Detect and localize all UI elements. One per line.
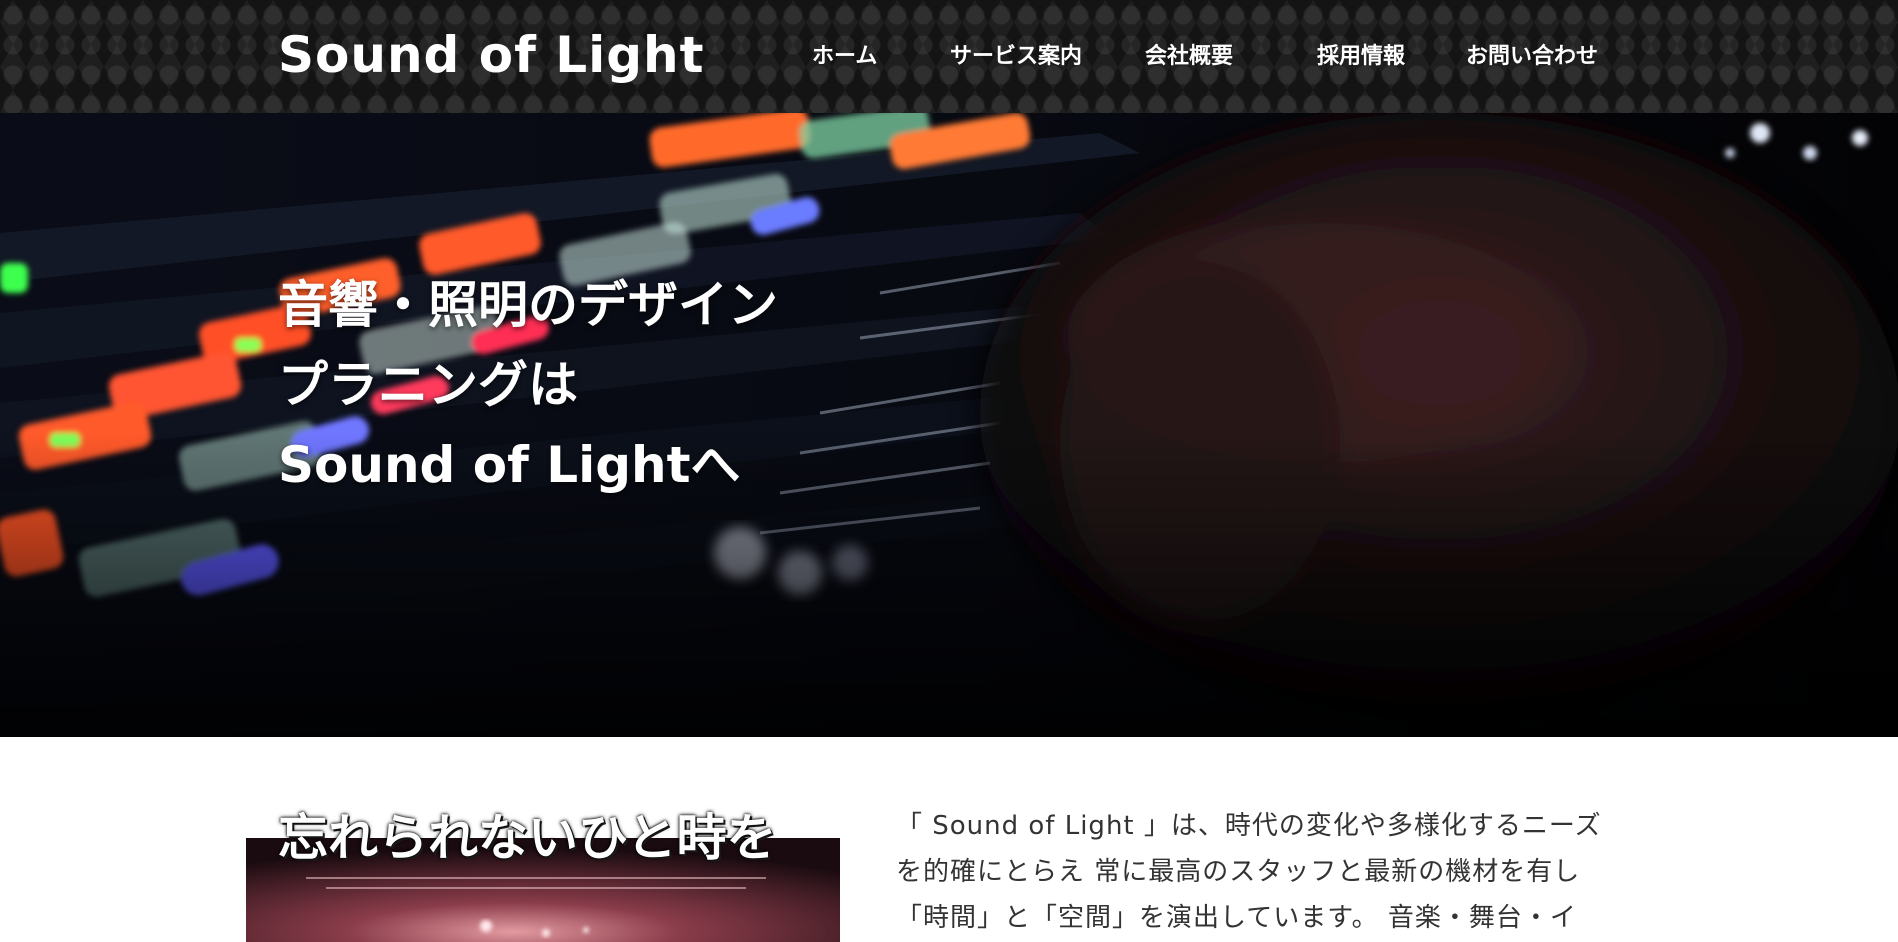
nav-contact[interactable]: お問い合わせ <box>1466 42 1598 72</box>
hero-headline: 音響・照明のデザイン プラニングは Sound of Lightへ <box>278 265 778 505</box>
nav-services[interactable]: サービス案内 <box>950 42 1082 72</box>
nav-home[interactable]: ホーム <box>812 42 877 72</box>
hero-line-2: プラニングは <box>278 356 578 414</box>
nav-careers[interactable]: 採用情報 <box>1317 42 1405 72</box>
hero-line-3: Sound of Lightへ <box>278 436 741 494</box>
nav-company[interactable]: 会社概要 <box>1145 42 1233 72</box>
main-nav: ホーム サービス案内 会社概要 採用情報 お問い合わせ <box>0 42 1898 72</box>
intro-body-line-3: 「時間」と「空間」を演出しています。 音楽・舞台・イ <box>896 903 1577 933</box>
intro-body-line-1: 「 Sound of Light 」は、時代の変化や多様化するニーズ <box>896 811 1602 841</box>
hero-line-1: 音響・照明のデザイン <box>278 276 778 334</box>
intro-body: 「 Sound of Light 」は、時代の変化や多様化するニーズ を的確にと… <box>896 803 1626 941</box>
site-header: Sound of Light ホーム サービス案内 会社概要 採用情報 お問い合… <box>0 0 1898 113</box>
intro-heading: 忘れられないひと時を <box>278 809 777 867</box>
hero-section: 音響・照明のデザイン プラニングは Sound of Lightへ <box>0 113 1898 737</box>
intro-body-line-2: を的確にとらえ 常に最高のスタッフと最新の機材を有し <box>896 857 1581 887</box>
